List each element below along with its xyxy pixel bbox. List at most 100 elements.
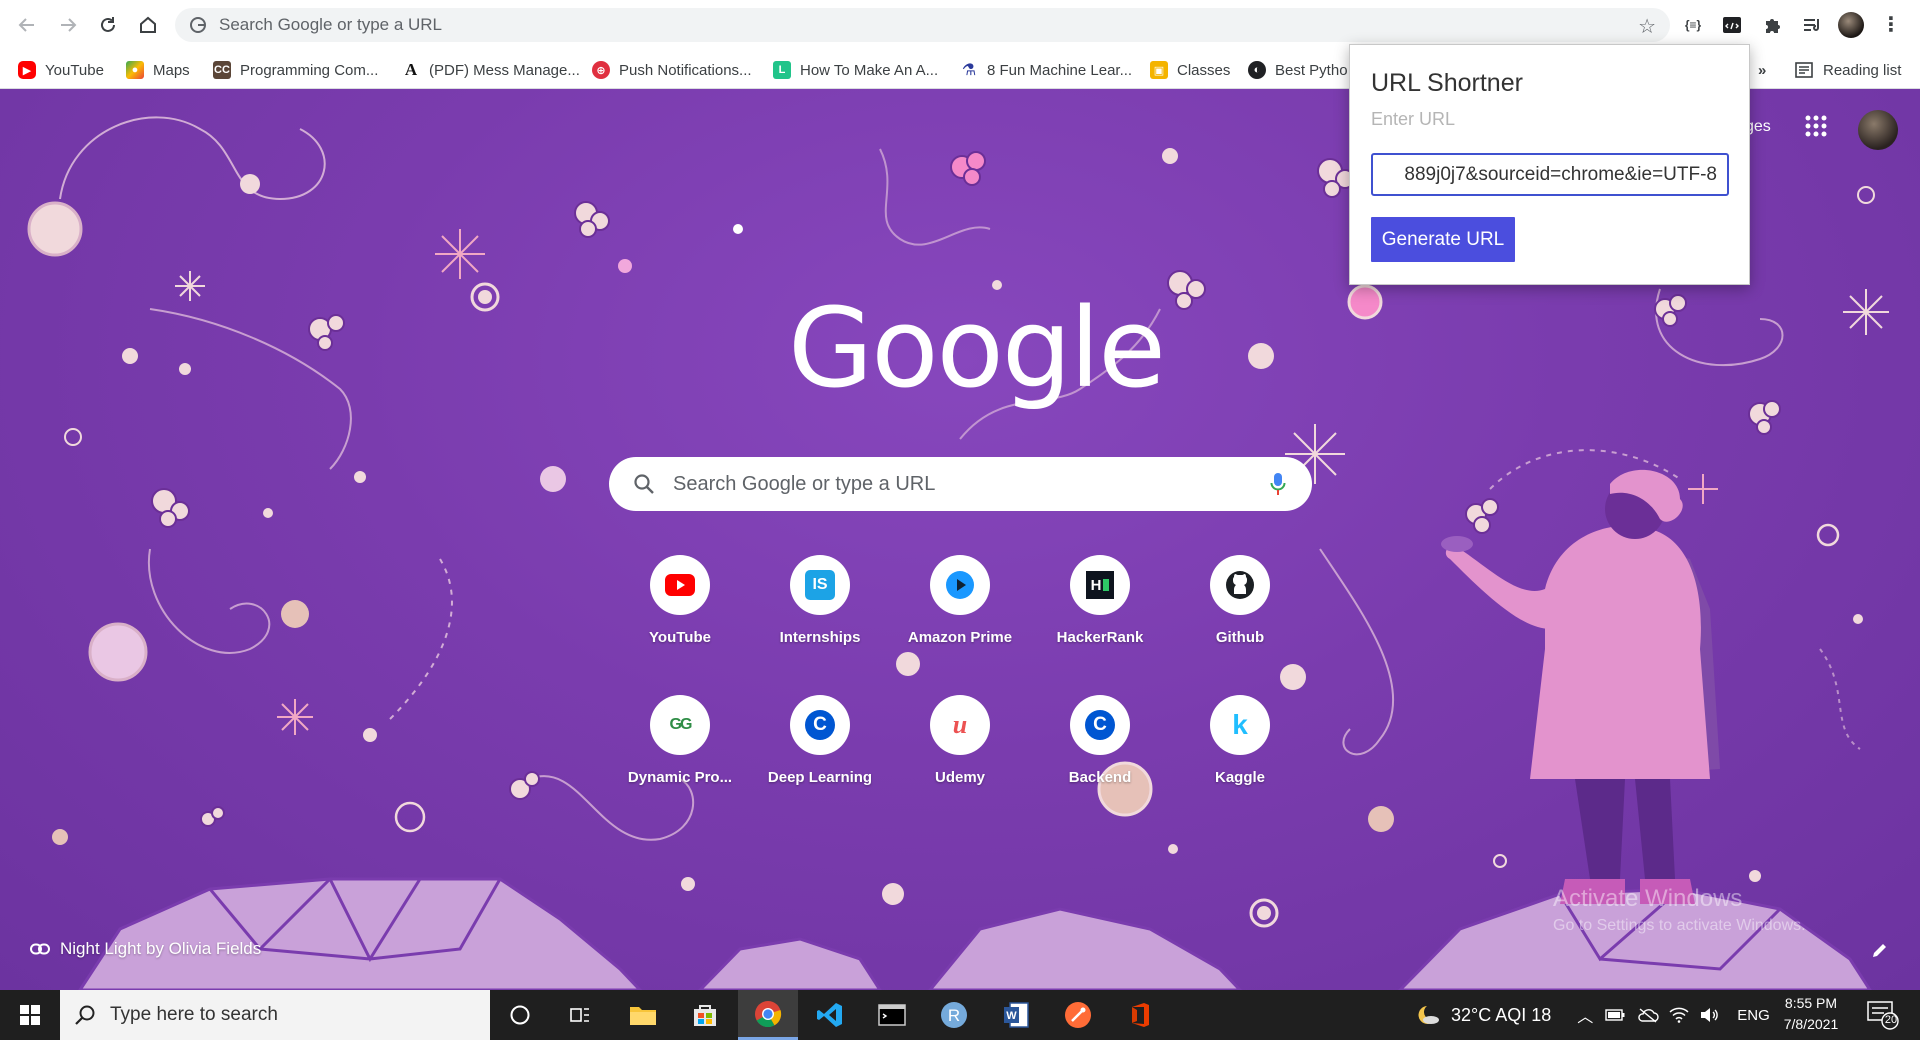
- shortcut-label: Backend: [1068, 769, 1132, 786]
- bookmark-maps[interactable]: ● Maps: [126, 58, 190, 82]
- reading-list-button[interactable]: Reading list: [1795, 58, 1901, 82]
- arrow-left-icon: [18, 18, 34, 32]
- bookmark-mess-manage[interactable]: A (PDF) Mess Manage...: [402, 58, 580, 82]
- bookmark-best-python[interactable]: ◐ Best Pytho: [1248, 58, 1348, 82]
- wifi-icon[interactable]: [1669, 1007, 1689, 1023]
- home-button[interactable]: [134, 11, 162, 39]
- extension-json-button[interactable]: {≡}: [1680, 12, 1706, 38]
- chrome-icon: [755, 1000, 782, 1027]
- hackerrank-glyph: H: [1090, 576, 1102, 594]
- shortcut-label: YouTube: [649, 629, 711, 646]
- address-bar[interactable]: Search Google or type a URL ☆: [175, 8, 1670, 42]
- clock-time: 8:55 PM: [1784, 995, 1838, 1011]
- pencil-icon[interactable]: [1870, 940, 1890, 960]
- taskbar-file-explorer[interactable]: [613, 990, 673, 1040]
- taskbar-postman[interactable]: [1048, 990, 1108, 1040]
- reading-list-label: Reading list: [1823, 61, 1902, 79]
- bookmarks-overflow-button[interactable]: »: [1758, 58, 1766, 82]
- shortcut-github[interactable]: Github: [1175, 549, 1305, 661]
- push-icon: ⊕: [592, 61, 610, 79]
- shortcut-udemy[interactable]: u Udemy: [895, 689, 1025, 801]
- shortcut-deep-learning[interactable]: C Deep Learning: [755, 689, 885, 801]
- back-button[interactable]: [13, 11, 41, 39]
- shortcut-backend[interactable]: C Backend: [1035, 689, 1165, 801]
- shortcut-icon-circle: C: [790, 695, 850, 755]
- taskbar-vscode[interactable]: [800, 990, 860, 1040]
- taskbar-clock[interactable]: 8:55 PM 7/8/2021: [1776, 995, 1846, 1032]
- shortcut-youtube[interactable]: YouTube: [615, 549, 745, 661]
- menu-button[interactable]: ⋮: [1878, 12, 1904, 38]
- popup-title: URL Shortner: [1371, 69, 1523, 97]
- ntp-search-placeholder: Search Google or type a URL: [673, 472, 936, 495]
- weather-moon-icon[interactable]: [1415, 1003, 1441, 1027]
- url-shortner-popup: URL Shortner Enter URL 889j0j7&sourceid=…: [1349, 44, 1750, 285]
- taskbar-search-box[interactable]: Type here to search: [60, 990, 490, 1040]
- cortana-circle-icon: [510, 1005, 530, 1025]
- start-button[interactable]: [0, 990, 60, 1040]
- postman-icon: [1065, 1002, 1091, 1028]
- task-view-button[interactable]: [550, 990, 610, 1040]
- clock-date: 7/8/2021: [1783, 1016, 1839, 1032]
- action-center-button[interactable]: 20: [1866, 1000, 1900, 1035]
- extension-url-shortner-button[interactable]: [1719, 12, 1745, 38]
- cortana-button[interactable]: [490, 990, 550, 1040]
- bookmark-classes[interactable]: ▣ Classes: [1150, 58, 1230, 82]
- taskbar-chrome[interactable]: [738, 990, 798, 1040]
- taskbar-word[interactable]: W: [986, 990, 1046, 1040]
- shortcut-internships[interactable]: IS Internships: [755, 549, 885, 661]
- url-input[interactable]: 889j0j7&sourceid=chrome&ie=UTF-8: [1371, 153, 1729, 196]
- generate-url-button[interactable]: Generate URL: [1371, 217, 1515, 262]
- taskbar-office[interactable]: [1110, 990, 1170, 1040]
- taskbar-microsoft-store[interactable]: [675, 990, 735, 1040]
- forward-button[interactable]: [54, 11, 82, 39]
- battery-icon[interactable]: [1605, 1009, 1625, 1021]
- shortcut-kaggle[interactable]: k Kaggle: [1175, 689, 1305, 801]
- shortcut-dynamic-programming[interactable]: GG Dynamic Pro...: [615, 689, 745, 801]
- browser-toolbar: Search Google or type a URL ☆ {≡} ⋮: [0, 0, 1920, 50]
- bookmark-youtube[interactable]: ▶ YouTube: [18, 58, 104, 82]
- ntp-search-box[interactable]: Search Google or type a URL: [609, 457, 1312, 511]
- google-apps-icon[interactable]: [1805, 115, 1827, 137]
- microphone-icon[interactable]: [1270, 472, 1286, 496]
- folder-icon: [630, 1007, 656, 1025]
- taskbar-r[interactable]: R: [924, 990, 984, 1040]
- gfg-icon: GG: [669, 716, 693, 733]
- cloud-sync-icon[interactable]: [1637, 1007, 1659, 1023]
- google-account-avatar[interactable]: [1858, 110, 1898, 150]
- shortcut-label: Udemy: [934, 769, 986, 786]
- classroom-icon: ▣: [1150, 61, 1168, 79]
- coursera-icon: C: [1085, 710, 1115, 740]
- taskbar-terminal[interactable]: [862, 990, 922, 1040]
- shortcut-icon-circle: [1210, 555, 1270, 615]
- flask-icon: ⚗: [960, 61, 978, 79]
- weather-text[interactable]: 32°C AQI 18: [1451, 1005, 1551, 1026]
- input-language[interactable]: ENG: [1737, 1007, 1770, 1024]
- shortcut-icon-circle: [650, 555, 710, 615]
- google-g-icon: [190, 17, 206, 33]
- profile-button[interactable]: [1838, 12, 1864, 38]
- google-logo: Google: [788, 284, 1166, 412]
- reload-button[interactable]: [94, 11, 122, 39]
- vscode-icon: [817, 1003, 842, 1027]
- kaggle-icon: k: [1232, 709, 1248, 740]
- volume-icon[interactable]: [1699, 1007, 1719, 1023]
- popup-subtitle: Enter URL: [1371, 109, 1456, 129]
- shortcut-label: Github: [1215, 629, 1265, 646]
- shortcut-label: Amazon Prime: [907, 629, 1013, 646]
- shortcut-amazon-prime[interactable]: Amazon Prime: [895, 549, 1025, 661]
- shortcut-icon-circle: u: [930, 695, 990, 755]
- background-attribution-link[interactable]: Night Light by Olivia Fields: [30, 939, 261, 959]
- bookmark-star-icon[interactable]: ☆: [1638, 14, 1656, 39]
- bookmark-machine-learning[interactable]: ⚗ 8 Fun Machine Lear...: [960, 58, 1132, 82]
- media-controls-button[interactable]: [1799, 12, 1825, 38]
- search-icon: [634, 474, 654, 494]
- shortcut-hackerrank[interactable]: H HackerRank: [1035, 549, 1165, 661]
- bookmark-push-notifications[interactable]: ⊕ Push Notifications...: [592, 58, 752, 82]
- taskbar-search-placeholder: Type here to search: [110, 1004, 278, 1025]
- bookmark-how-to-make[interactable]: L How To Make An A...: [773, 58, 938, 82]
- link-icon: [30, 943, 50, 955]
- code-window-icon: [1723, 17, 1741, 33]
- extensions-button[interactable]: [1759, 12, 1785, 38]
- bookmark-programming[interactable]: CC Programming Com...: [213, 58, 378, 82]
- chevron-up-icon[interactable]: ︿: [1577, 1003, 1593, 1027]
